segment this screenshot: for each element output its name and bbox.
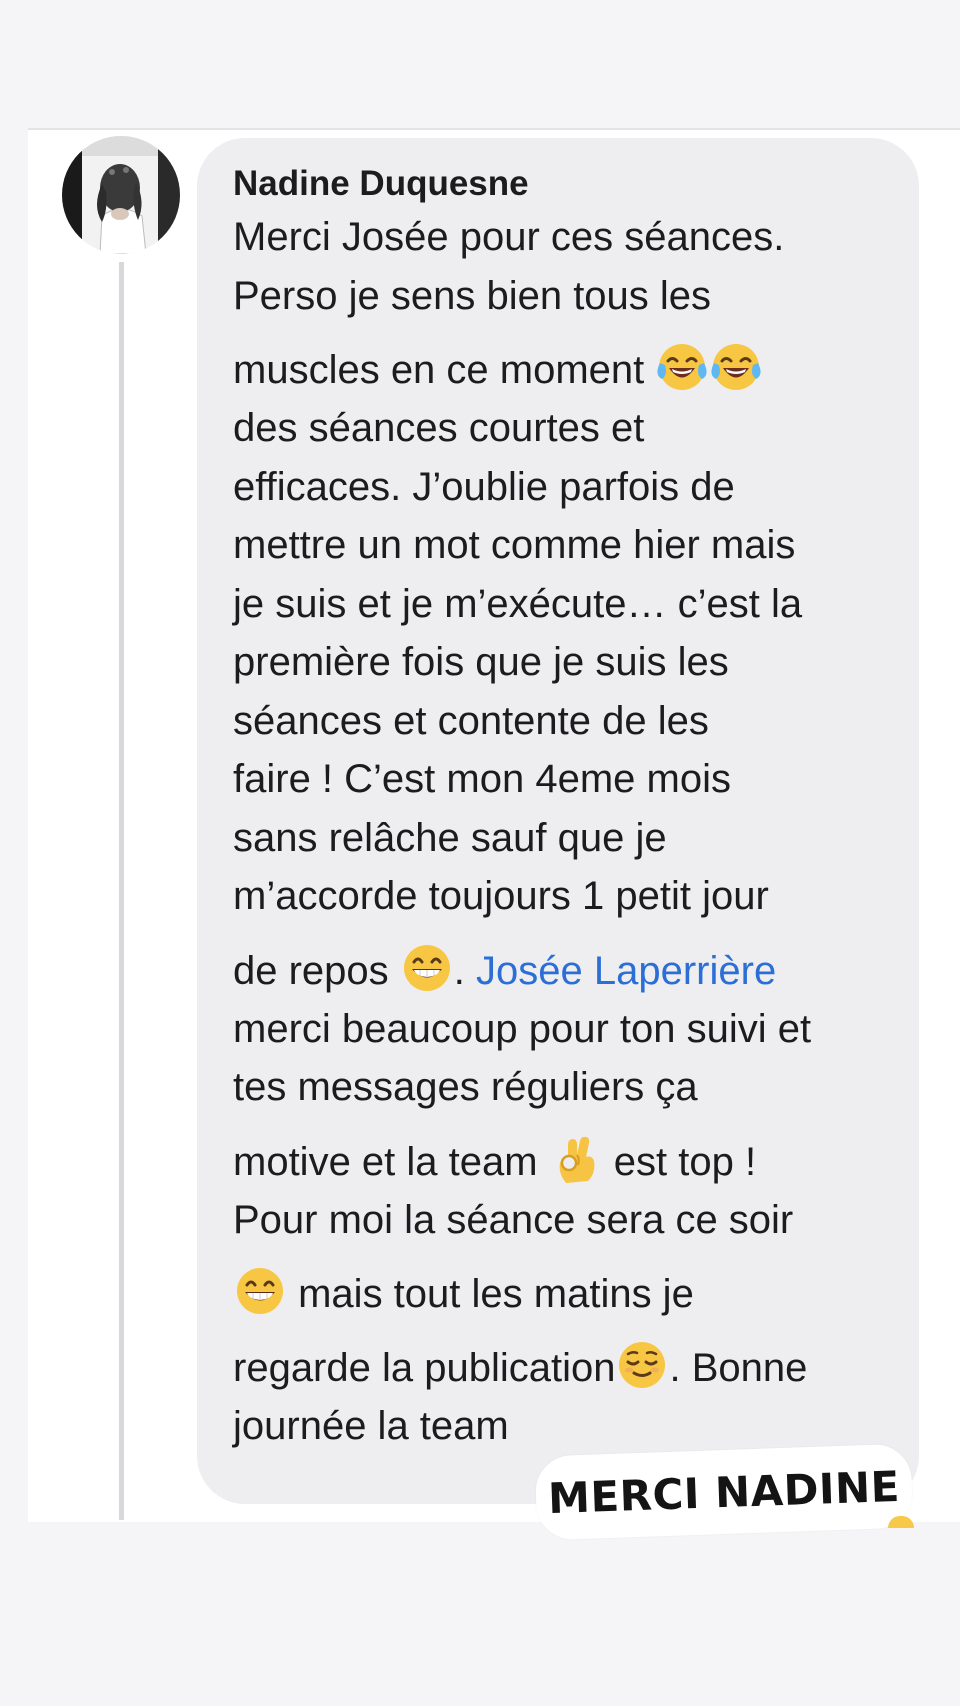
comment-line: des séances courtes et xyxy=(233,399,889,458)
mention-link[interactable]: Josée Laperrière xyxy=(476,949,776,993)
comment-text-segment: de repos xyxy=(233,948,400,993)
comment-text-segment: Merci Josée pour ces séances. xyxy=(233,215,785,259)
comment-text-segment: séances et contente de les xyxy=(233,698,709,743)
comment-text: Merci Josée pour ces séances. Perso je se… xyxy=(233,208,889,1456)
comment-line: merci beaucoup pour ton suivi et xyxy=(233,1000,889,1059)
comment-author[interactable]: Nadine Duquesne xyxy=(233,162,889,206)
comment-text-segment: regarde la publication xyxy=(233,1346,616,1390)
comment-line: regarde la publication . Bonne xyxy=(233,1323,889,1397)
comment-line: de repos . Josée Laperrière xyxy=(233,926,889,1000)
relieved-emoji xyxy=(616,1339,668,1391)
ok-hand-emoji xyxy=(550,1133,602,1185)
comment-line: faire ! C’est mon 4eme mois xyxy=(233,750,889,809)
comment-text-segment: m’accorde toujours 1 petit jour xyxy=(233,874,769,918)
comment-line: muscles en ce moment xyxy=(233,325,889,399)
comment-text-segment: des séances courtes et xyxy=(233,406,645,450)
comment-text-segment: sans relâche sauf que je xyxy=(233,815,667,860)
comment-text-segment: mais tout les matins je xyxy=(287,1272,694,1316)
comment-text-segment: je suis et je m’exécute… c’est la xyxy=(233,581,803,626)
thread-line xyxy=(119,262,124,1520)
comment-line: mais tout les matins je xyxy=(233,1249,889,1323)
grinning-emoji xyxy=(234,1265,286,1317)
comment-line: je suis et je m’exécute… c’est la xyxy=(233,575,889,634)
comment-text-segment: . Bonne xyxy=(669,1346,808,1390)
comment-text-segment: motive et la team xyxy=(233,1139,549,1184)
comment-bubble: Nadine Duquesne Merci Josée pour ces séa… xyxy=(197,138,919,1504)
sticker-label: MERCI NADINE xyxy=(534,1443,914,1541)
comment-text-segment: . xyxy=(453,948,477,993)
comment-line: efficaces. J’oublie parfois de xyxy=(233,458,889,517)
comment-text-segment: faire ! C’est mon 4eme mois xyxy=(233,757,731,801)
comment-line: tes messages réguliers ça xyxy=(233,1058,889,1117)
comment-line: sans relâche sauf que je xyxy=(233,809,889,868)
comment-text-segment: Pour moi la séance sera ce soir xyxy=(233,1197,794,1242)
comment-line: Perso je sens bien tous les xyxy=(233,267,889,326)
comment-line: Pour moi la séance sera ce soir xyxy=(233,1191,889,1250)
comment-line: séances et contente de les xyxy=(233,692,889,751)
comment-line: motive et la team est top ! xyxy=(233,1117,889,1191)
screen: Nadine Duquesne Merci Josée pour ces séa… xyxy=(0,0,960,1706)
sticker-text: MERCI NADINE xyxy=(547,1461,901,1523)
avatar[interactable] xyxy=(62,136,180,254)
grinning-emoji xyxy=(401,942,453,994)
laughing-tears-emoji xyxy=(656,341,708,393)
comment-text-segment: journée la team xyxy=(233,1404,509,1448)
comment-text-segment: tes messages réguliers ça xyxy=(233,1065,698,1109)
laughing-tears-emoji xyxy=(710,341,762,393)
comment-text-segment: muscles en ce moment xyxy=(233,348,656,392)
comment-text-segment: première fois que je suis les xyxy=(233,640,729,684)
comment-line: Merci Josée pour ces séances. xyxy=(233,208,889,267)
comment-text-segment: merci beaucoup pour ton suivi et xyxy=(233,1006,812,1051)
comment-text-segment: mettre un mot comme hier mais xyxy=(233,523,796,567)
comment-line: mettre un mot comme hier mais xyxy=(233,516,889,575)
comment-text-segment: efficaces. J’oublie parfois de xyxy=(233,464,735,509)
comment-text-segment: est top ! xyxy=(602,1139,757,1184)
comment-line: m’accorde toujours 1 petit jour xyxy=(233,867,889,926)
profile-photo-icon xyxy=(62,136,180,254)
comment-text-segment: Perso je sens bien tous les xyxy=(233,273,712,318)
comment-line: première fois que je suis les xyxy=(233,633,889,692)
